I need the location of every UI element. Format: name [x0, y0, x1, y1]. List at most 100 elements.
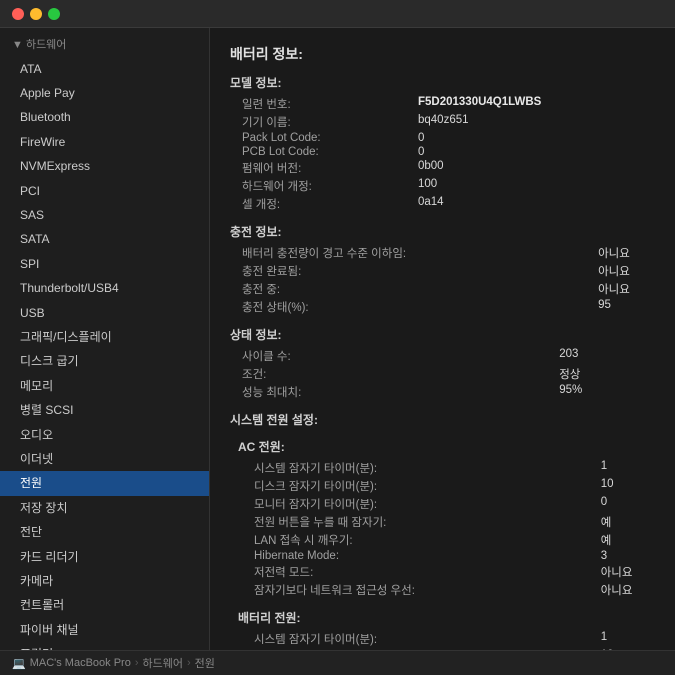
table-row: 충전 상태(%):95	[238, 298, 663, 316]
row-value: 정상	[559, 365, 663, 383]
sidebar[interactable]: ▼ 하드웨어ATAApple PayBluetoothFireWireNVMEx…	[0, 28, 210, 650]
table-row: 조건:정상	[238, 365, 663, 383]
table-row: 충전 완료됨:아니요	[238, 262, 663, 280]
info-table: 시스템 잠자기 타이머(분):1디스크 잠자기 타이머(분):10모니터 잠자기…	[238, 459, 663, 599]
table-row: 하드웨어 개정:100	[238, 177, 663, 195]
sidebar-item[interactable]: ATA	[0, 57, 209, 81]
sidebar-item[interactable]: Thunderbolt/USB4	[0, 276, 209, 300]
section-title: 충전 정보:	[230, 223, 655, 240]
row-value: 예	[601, 513, 663, 531]
section-title: 상태 정보:	[230, 326, 655, 343]
breadcrumb-icon: 💻	[12, 657, 26, 670]
row-label: 일련 번호:	[238, 95, 418, 113]
row-value: 95	[598, 298, 663, 316]
sidebar-item[interactable]: 프린터	[0, 642, 209, 650]
sidebar-item[interactable]: 오디오	[0, 423, 209, 447]
breadcrumb-item[interactable]: 하드웨어	[143, 655, 183, 671]
sidebar-item[interactable]: 전단	[0, 520, 209, 544]
row-value: bq40z651	[418, 113, 663, 131]
row-label: 모니터 잠자기 타이머(분):	[238, 495, 601, 513]
close-button[interactable]	[12, 8, 24, 20]
table-row: 기기 이름:bq40z651	[238, 113, 663, 131]
zoom-button[interactable]	[48, 8, 60, 20]
row-value: 0a14	[418, 195, 663, 213]
breadcrumb-separator: ›	[135, 657, 139, 669]
subsection-title: AC 전원:	[238, 438, 655, 455]
row-value: 1	[601, 459, 663, 477]
row-value: 0	[418, 131, 663, 145]
table-row: 시스템 잠자기 타이머(분):1	[238, 630, 663, 648]
row-label: 기기 이름:	[238, 113, 418, 131]
sidebar-item[interactable]: PCI	[0, 179, 209, 203]
sidebar-item[interactable]: 그래픽/디스플레이	[0, 325, 209, 349]
table-row: 전원 버튼을 누를 때 잠자기:예	[238, 513, 663, 531]
sidebar-group-header: ▼ 하드웨어	[0, 32, 209, 57]
row-label: 충전 완료됨:	[238, 262, 598, 280]
sidebar-item[interactable]: 병렬 SCSI	[0, 398, 209, 422]
main-container: ▼ 하드웨어ATAApple PayBluetoothFireWireNVMEx…	[0, 28, 675, 650]
sidebar-item[interactable]: 디스크 굽기	[0, 349, 209, 373]
row-value: 아니요	[598, 244, 663, 262]
sidebar-item[interactable]: 파이버 채널	[0, 618, 209, 642]
table-row: 성능 최대치:95%	[238, 383, 663, 401]
table-row: 잠자기보다 네트워크 접근성 우선:아니요	[238, 581, 663, 599]
row-label: 잠자기보다 네트워크 접근성 우선:	[238, 581, 601, 599]
row-label: LAN 접속 시 깨우기:	[238, 531, 601, 549]
sidebar-item[interactable]: 저장 장치	[0, 496, 209, 520]
table-row: PCB Lot Code:0	[238, 145, 663, 159]
table-row: 사이클 수:203	[238, 347, 663, 365]
row-label: 셀 개정:	[238, 195, 418, 213]
row-value: 0	[601, 495, 663, 513]
table-row: 일련 번호:F5D201330U4Q1LWBS	[238, 95, 663, 113]
traffic-lights	[12, 8, 60, 20]
table-row: 충전 중:아니요	[238, 280, 663, 298]
breadcrumb-item: 전원	[195, 655, 215, 671]
sidebar-item[interactable]: SATA	[0, 227, 209, 251]
sidebar-item[interactable]: 이더넷	[0, 447, 209, 471]
sidebar-item[interactable]: USB	[0, 301, 209, 325]
table-row: 시스템 잠자기 타이머(분):1	[238, 459, 663, 477]
row-label: 시스템 잠자기 타이머(분):	[238, 459, 601, 477]
sidebar-item[interactable]: 컨트롤러	[0, 593, 209, 617]
section-title: 모델 정보:	[230, 74, 655, 91]
breadcrumb: 💻 MAC's MacBook Pro › 하드웨어 › 전원	[0, 650, 675, 675]
row-label: 전원 버튼을 누를 때 잠자기:	[238, 513, 601, 531]
breadcrumb-item[interactable]: MAC's MacBook Pro	[30, 657, 131, 669]
sidebar-item[interactable]: FireWire	[0, 130, 209, 154]
table-row: 셀 개정:0a14	[238, 195, 663, 213]
info-table: 시스템 잠자기 타이머(분):1디스크 잠자기 타이머(분):10모니터 잠자기…	[238, 630, 663, 650]
sidebar-item[interactable]: 카드 리더기	[0, 545, 209, 569]
row-label: 디스크 잠자기 타이머(분):	[238, 477, 601, 495]
page-title: 배터리 정보:	[230, 44, 655, 64]
table-row: Hibernate Mode:3	[238, 549, 663, 563]
row-value: 아니요	[601, 581, 663, 599]
table-row: 저전력 모드:아니요	[238, 563, 663, 581]
sidebar-item[interactable]: SPI	[0, 252, 209, 276]
table-row: 디스크 잠자기 타이머(분):10	[238, 477, 663, 495]
sidebar-item[interactable]: 메모리	[0, 374, 209, 398]
row-label: PCB Lot Code:	[238, 145, 418, 159]
info-table: 일련 번호:F5D201330U4Q1LWBS기기 이름:bq40z651Pac…	[238, 95, 663, 213]
title-bar	[0, 0, 675, 28]
row-value: 0	[418, 145, 663, 159]
row-label: 펌웨어 버전:	[238, 159, 418, 177]
row-value: F5D201330U4Q1LWBS	[418, 95, 663, 113]
row-value: 203	[559, 347, 663, 365]
row-value: 예	[601, 531, 663, 549]
row-label: 성능 최대치:	[238, 383, 559, 401]
section-title: 시스템 전원 설정:	[230, 411, 655, 428]
sidebar-item[interactable]: SAS	[0, 203, 209, 227]
info-table: 배터리 충전량이 경고 수준 이하임:아니요충전 완료됨:아니요충전 중:아니요…	[238, 244, 663, 316]
sidebar-item[interactable]: 카메라	[0, 569, 209, 593]
row-label: 사이클 수:	[238, 347, 559, 365]
sidebar-item[interactable]: NVMExpress	[0, 154, 209, 178]
sidebar-item[interactable]: Bluetooth	[0, 105, 209, 129]
sidebar-item[interactable]: 전원	[0, 471, 209, 495]
row-value: 0b00	[418, 159, 663, 177]
info-table: 사이클 수:203조건:정상성능 최대치:95%	[238, 347, 663, 401]
row-value: 아니요	[598, 262, 663, 280]
sidebar-item[interactable]: Apple Pay	[0, 81, 209, 105]
minimize-button[interactable]	[30, 8, 42, 20]
row-label: Hibernate Mode:	[238, 549, 601, 563]
row-value: 95%	[559, 383, 663, 401]
